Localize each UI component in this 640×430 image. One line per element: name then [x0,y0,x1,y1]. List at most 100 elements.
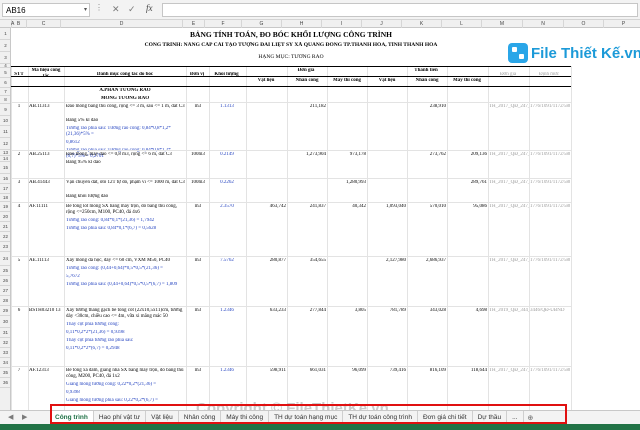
row-header[interactable]: 35 [0,368,10,378]
column-header[interactable]: O [564,20,604,28]
chevron-down-icon[interactable]: ▾ [84,6,87,13]
row-header[interactable]: 9 [0,104,10,116]
tab-prev-icon[interactable]: ◀ [8,413,13,421]
sheet-tab[interactable]: Dự thầu [473,411,508,425]
grid-line [287,66,288,410]
sheet-tab[interactable]: Nhân công [179,411,222,425]
item-qty: 7.5762 [220,258,234,263]
column-header[interactable]: J [362,20,402,28]
sheet-tab[interactable]: TH dự toán công trình [343,411,418,425]
column-header[interactable]: G [242,20,282,28]
formula-input[interactable] [162,3,638,17]
grid-line [529,66,530,410]
enter-icon[interactable]: ✓ [128,4,136,15]
sheet-tab[interactable]: ... [507,411,524,425]
row-header[interactable]: 23 [0,242,10,252]
item-norm: 1776/1091/1172/588 [530,104,570,109]
sheet-tab[interactable]: Vật liệu [146,411,179,425]
row-header[interactable]: 27 [0,286,10,296]
row-header[interactable]: 7 [0,88,10,96]
row-header[interactable]: 28 [0,296,10,306]
item-labor: 277,844 [309,308,326,313]
item-code: AB.41443 [29,180,50,185]
item-price-ref: TH_2017_QĐ_247_XD [489,204,529,209]
item-name: Bê tông lót móng SX bằng máy trộn, đổ bằ… [66,204,177,215]
item-machine: 96,099 [352,368,366,373]
row-header[interactable]: 12 [0,138,10,150]
worksheet[interactable]: BẢNG TÍNH TOÁN, ĐO BÓC KHỐI LƯỢNG CÔNG T… [11,28,640,410]
column-header[interactable]: P [604,20,640,28]
row-header[interactable]: 18 [0,194,10,202]
item-t-machine: 95,086 [473,204,487,209]
row-header[interactable]: 1 [0,28,10,40]
column-header[interactable]: M [482,20,523,28]
cancel-icon[interactable]: ✕ [112,4,120,15]
sheet-tab[interactable]: Hao phí vật tư [94,411,147,425]
row-header[interactable]: 22 [0,232,10,242]
tab-next-icon[interactable]: ▶ [22,413,27,421]
item-price-ref: TH_2017_QĐ_247_XD [489,258,529,263]
item-machine: 973,178 [349,152,366,157]
add-sheet-icon[interactable]: ⊕ [524,411,538,425]
item-name: Bê tông xà dầm, giằng nhà SX bằng máy tr… [66,368,184,379]
item-material: 280,877 [269,258,286,263]
row-header[interactable]: 5 [0,68,10,78]
column-header[interactable]: F [205,20,242,28]
grid-line [407,66,408,410]
function-icon[interactable]: fx [146,3,153,13]
grid-line [209,66,210,410]
item-material: 598,911 [269,368,286,373]
row-header[interactable]: 17 [0,184,10,194]
item-stt: 3 [17,180,21,185]
row-header[interactable]: 8 [0,96,10,104]
item-code: AB.25113 [29,152,50,157]
row-header[interactable]: 31 [0,328,10,338]
row-header[interactable]: 15 [0,162,10,174]
item-note: 5,7672 [66,274,80,279]
row-header[interactable]: 11 [0,126,10,138]
sheet-tab[interactable]: Máy thi công [221,411,270,425]
sheet-tab[interactable]: TH dự toán hạng mục [269,411,344,425]
column-header[interactable]: D [61,20,183,28]
column-header[interactable]: B [11,20,27,28]
sheet-tab[interactable]: Công trình [50,411,94,425]
header-stt: STT [14,72,24,77]
column-header[interactable]: N [523,20,564,28]
row-header[interactable]: 21 [0,222,10,232]
item-note: 0,11*0,2*2*(6,7) = 0,2948 [66,346,120,351]
row-header[interactable]: 25 [0,266,10,276]
row-header[interactable]: 29 [0,306,10,316]
row-header[interactable]: 26 [0,276,10,286]
column-header[interactable]: I [322,20,362,28]
row-header[interactable]: 34 [0,358,10,368]
row-header[interactable]: 6 [0,78,10,88]
item-note: Thay cột phía tường cổng: [66,322,119,327]
row-header[interactable]: 36 [0,378,10,388]
row-header[interactable]: 16 [0,174,10,184]
row-header[interactable]: 20 [0,212,10,222]
row-header[interactable]: 2 [0,40,10,52]
column-header[interactable]: K [402,20,442,28]
grid-line [64,66,65,410]
sheet-tab[interactable]: Đơn giá chi tiết [418,411,473,425]
column-header[interactable]: H [282,20,322,28]
item-unit: 100m3 [191,152,205,157]
item-note: Tường rào phía sau: Tường rào cổng: 0,84… [66,126,171,137]
row-header[interactable]: 30 [0,316,10,328]
item-note: Tường rào phía sau: 0,84*0,1*(6,7) = 0,5… [66,226,157,231]
grid-line [447,66,448,410]
row-header[interactable]: 33 [0,348,10,358]
column-header[interactable]: E [183,20,205,28]
item-code: BSTH03210 13 [29,308,61,313]
column-header[interactable]: L [442,20,482,28]
row-header[interactable]: 24 [0,252,10,266]
row-header[interactable]: 19 [0,202,10,212]
name-box[interactable]: AB16 ▾ [2,3,90,17]
header-name: Danh mục công tác đo bóc [96,72,154,77]
column-header[interactable]: C [27,20,61,28]
row-header[interactable]: 10 [0,116,10,126]
row-header[interactable]: 32 [0,338,10,348]
grid-line [488,66,489,410]
header-border [11,66,571,67]
header-material-2: Vật liệu [378,78,396,83]
